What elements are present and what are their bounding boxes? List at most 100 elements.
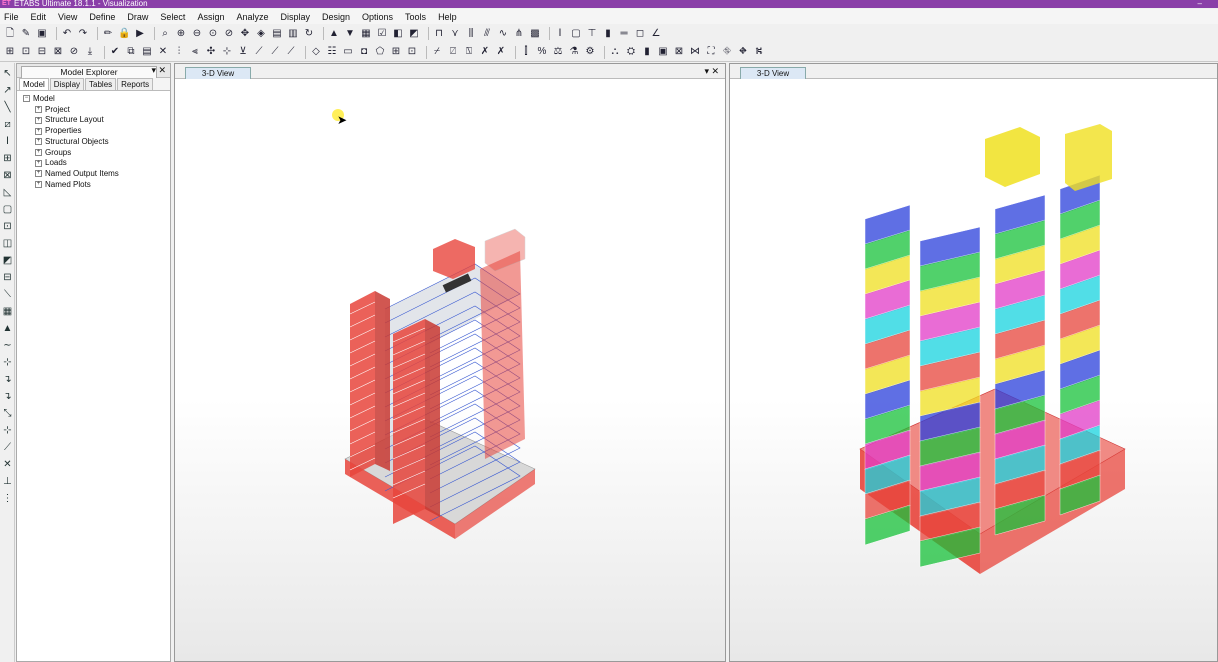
draw-beam-icon[interactable]: ⊞ [1, 152, 14, 165]
snap-grid-icon[interactable]: ⋮ [1, 492, 14, 505]
snap-line-icon[interactable]: ⟋ [1, 441, 14, 454]
model-canvas-right[interactable] [730, 79, 1217, 661]
brace-icon[interactable]: ⋎ [449, 28, 461, 40]
assign-tendon-icon[interactable]: ⊘ [68, 46, 80, 58]
composite-design-icon[interactable]: ⍂ [463, 46, 475, 58]
frame-icon[interactable]: ⊓ [433, 28, 445, 40]
draw-brace-icon[interactable]: ⊠ [1, 169, 14, 182]
lock-icon[interactable]: 🔒 [118, 28, 130, 40]
rotate-view-icon[interactable]: ◇ [310, 46, 322, 58]
zoom-in-icon[interactable]: ⊕ [175, 28, 187, 40]
draw-grid-icon[interactable]: ▦ [1, 305, 14, 318]
wall-icon[interactable]: ⫻ [481, 28, 493, 40]
checkbox-icon[interactable]: ☑ [376, 28, 388, 40]
column-icon[interactable]: ▮ [602, 28, 614, 40]
pan-icon[interactable]: ✥ [239, 28, 251, 40]
tree-item-project[interactable]: + Project [23, 105, 170, 116]
story-icon[interactable]: ☷ [326, 46, 338, 58]
replicate-icon[interactable]: ⫶ [173, 46, 185, 58]
save-icon[interactable]: ▣ [36, 28, 48, 40]
merge-icon[interactable]: ⊻ [237, 46, 249, 58]
beam-icon[interactable]: ⫼ [465, 28, 477, 40]
menu-draw[interactable]: Draw [127, 12, 148, 22]
menu-assign[interactable]: Assign [197, 12, 224, 22]
deformed-shape-icon[interactable]: ∿ [497, 28, 509, 40]
section-icon[interactable]: Ⅰ [554, 28, 566, 40]
copy-icon[interactable]: ⧉ [125, 46, 137, 58]
tree-item-named-plots[interactable]: + Named Plots [23, 180, 170, 191]
menu-tools[interactable]: Tools [405, 12, 426, 22]
menu-define[interactable]: Define [89, 12, 115, 22]
menu-design[interactable]: Design [322, 12, 350, 22]
draw-wave-icon[interactable]: ∼ [1, 339, 14, 352]
area-section-icon[interactable]: ▢ [570, 28, 582, 40]
assign-frame-icon[interactable]: ⊡ [20, 46, 32, 58]
assign-link-icon[interactable]: ⊠ [52, 46, 64, 58]
tab-model[interactable]: Model [19, 78, 49, 90]
tab-3d-view-left[interactable]: 3-D View [185, 67, 251, 79]
menu-file[interactable]: File [4, 12, 19, 22]
split-icon[interactable]: ⊹ [221, 46, 233, 58]
diagonal-icon[interactable]: ⟋ [253, 46, 265, 58]
draw-link-icon[interactable]: ⟍ [1, 288, 14, 301]
tree-root[interactable]: − Model [23, 94, 170, 105]
display-final-icon[interactable]: ⛕ [753, 46, 765, 58]
expand-icon[interactable]: + [35, 148, 42, 156]
select-ps-icon[interactable]: ↴ [1, 373, 14, 386]
display-options-icon[interactable]: ◻ [634, 28, 646, 40]
collapse-icon[interactable]: − [23, 95, 30, 103]
slab-icon[interactable]: ▭ [342, 46, 354, 58]
draw-opening-icon[interactable]: ◫ [1, 237, 14, 250]
expand-icon[interactable]: + [35, 138, 42, 146]
draw-floor-icon[interactable]: ◺ [1, 186, 14, 199]
design-cross-alt-icon[interactable]: ✗ [495, 46, 507, 58]
opening-icon[interactable]: ◘ [358, 46, 370, 58]
menu-edit[interactable]: Edit [31, 12, 47, 22]
tree-item-structural-objects[interactable]: + Structural Objects [23, 137, 170, 148]
move-icon[interactable]: ✣ [205, 46, 217, 58]
mesh-icon[interactable]: ⊞ [390, 46, 402, 58]
expand-icon[interactable]: + [35, 127, 42, 135]
snap-point-icon[interactable]: ⊹ [1, 424, 14, 437]
menu-help[interactable]: Help [438, 12, 457, 22]
draw-joint-icon[interactable]: ╲ [1, 101, 14, 114]
expand-icon[interactable]: + [35, 106, 42, 114]
zoom-fit-icon[interactable]: ⊙ [207, 28, 219, 40]
object-shrink-icon[interactable]: ◧ [392, 28, 404, 40]
select-pointer-icon[interactable]: ↖ [1, 67, 14, 80]
tree-item-properties[interactable]: + Properties [23, 126, 170, 137]
assign-load-icon[interactable]: ⤓ [84, 46, 96, 58]
menu-options[interactable]: Options [362, 12, 393, 22]
menu-view[interactable]: View [58, 12, 77, 22]
view-close-icon[interactable]: ▾ ✕ [704, 66, 719, 77]
snap-icon[interactable]: ⤡ [1, 407, 14, 420]
draw-line-icon[interactable]: ∠ [650, 28, 662, 40]
display-shell-icon[interactable]: ▣ [657, 46, 669, 58]
check-design-icon[interactable]: ⚗ [568, 46, 580, 58]
check-icon[interactable]: ✔ [109, 46, 121, 58]
concrete-design-icon[interactable]: ⍁ [447, 46, 459, 58]
expand-icon[interactable]: + [35, 181, 42, 189]
percent-icon[interactable]: % [536, 46, 548, 58]
draw-tendon-icon[interactable]: ▲ [1, 322, 14, 335]
stress-icon[interactable]: ▩ [529, 28, 541, 40]
pencil-icon[interactable]: ✏ [102, 28, 114, 40]
draw-column-icon[interactable]: Ⅰ [1, 135, 14, 148]
redo-icon[interactable]: ↷ [77, 28, 89, 40]
tree-item-named-output-items[interactable]: + Named Output Items [23, 169, 170, 180]
model-canvas-left[interactable]: ➤ [175, 79, 725, 661]
new-model-icon[interactable]: 🗋 [4, 28, 16, 40]
open-icon[interactable]: ✎ [20, 28, 32, 40]
draw-wall-stack-icon[interactable]: ⊟ [1, 271, 14, 284]
display-loads-icon[interactable]: ⛬ [609, 46, 621, 58]
draw-area-icon[interactable]: ▢ [1, 203, 14, 216]
display-tendon-icon[interactable]: ⋈ [689, 46, 701, 58]
design-cross-icon[interactable]: ✗ [479, 46, 491, 58]
tab-tables[interactable]: Tables [85, 78, 117, 90]
rotate-icon[interactable]: ↻ [303, 28, 315, 40]
steel-design-icon[interactable]: ⌿ [431, 46, 443, 58]
plan-view-icon[interactable]: ▤ [271, 28, 283, 40]
extrude-icon[interactable]: ◩ [408, 28, 420, 40]
tab-display[interactable]: Display [49, 78, 85, 90]
paste-icon[interactable]: ▤ [141, 46, 153, 58]
